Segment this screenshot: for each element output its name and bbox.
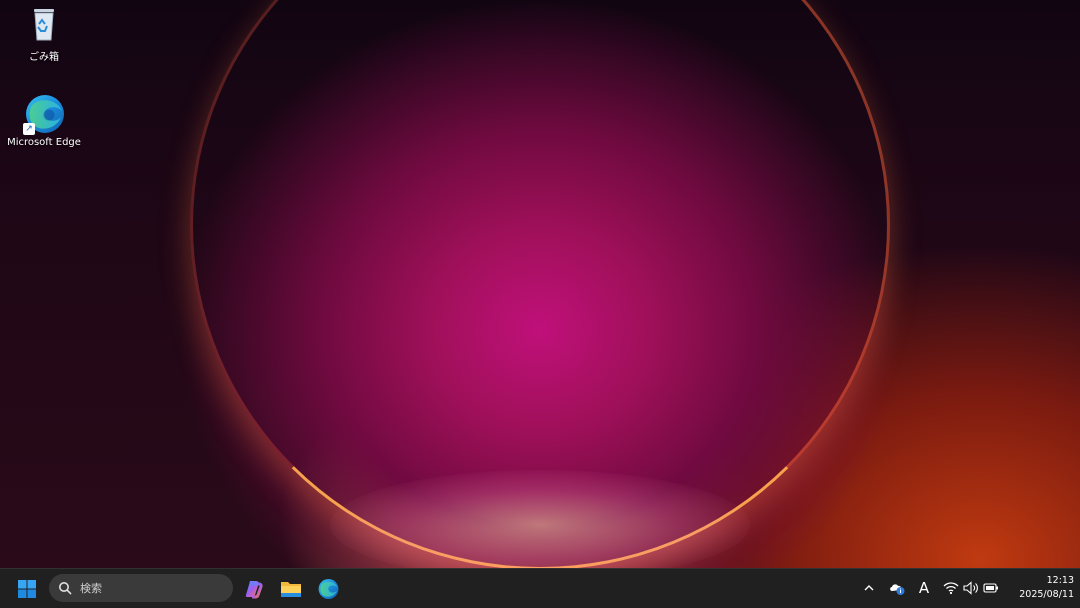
- search-placeholder: 検索: [80, 582, 102, 595]
- desktop-icon-edge[interactable]: ↗ Microsoft Edge: [3, 93, 85, 148]
- file-explorer-icon: [281, 582, 301, 597]
- start-button[interactable]: [10, 573, 44, 605]
- desktop-icon-recycle-bin[interactable]: ごみ箱: [3, 4, 85, 63]
- cloud-info-icon: [890, 584, 905, 595]
- copilot-button[interactable]: [237, 573, 271, 605]
- battery-button[interactable]: [981, 578, 1001, 598]
- edge-icon: ↗: [23, 93, 65, 135]
- wifi-button[interactable]: [941, 578, 961, 598]
- recycle-bin-icon: [23, 4, 65, 46]
- clock-time: 12:13: [1046, 575, 1074, 586]
- volume-button[interactable]: [961, 578, 981, 598]
- start-icon: [18, 580, 36, 598]
- desktop: ごみ箱 ↗ Microsoft Edge: [0, 0, 1080, 568]
- clock[interactable]: 12:13 2025/08/11: [1004, 574, 1074, 602]
- edge-icon: [318, 579, 339, 599]
- show-hidden-icons-button[interactable]: [859, 578, 879, 598]
- desktop-icon-label: Microsoft Edge: [7, 137, 81, 148]
- clock-date: 2025/08/11: [1019, 589, 1074, 600]
- edge-taskbar-button[interactable]: [311, 573, 345, 605]
- shortcut-arrow-icon: ↗: [23, 123, 35, 135]
- wifi-icon: [943, 582, 959, 595]
- taskbar: 検索 A 12:13 2025/08/11: [0, 568, 1080, 608]
- chevron-up-icon: [864, 585, 874, 591]
- copilot-icon: [245, 581, 263, 599]
- search-icon: [59, 582, 72, 595]
- desktop-icon-label: ごみ箱: [29, 52, 59, 63]
- file-explorer-button[interactable]: [274, 573, 308, 605]
- battery-icon: [983, 583, 998, 593]
- search-box[interactable]: 検索: [49, 574, 233, 602]
- onedrive-status-button[interactable]: [887, 578, 907, 598]
- speaker-icon: [963, 581, 978, 595]
- ime-indicator[interactable]: A: [914, 578, 934, 598]
